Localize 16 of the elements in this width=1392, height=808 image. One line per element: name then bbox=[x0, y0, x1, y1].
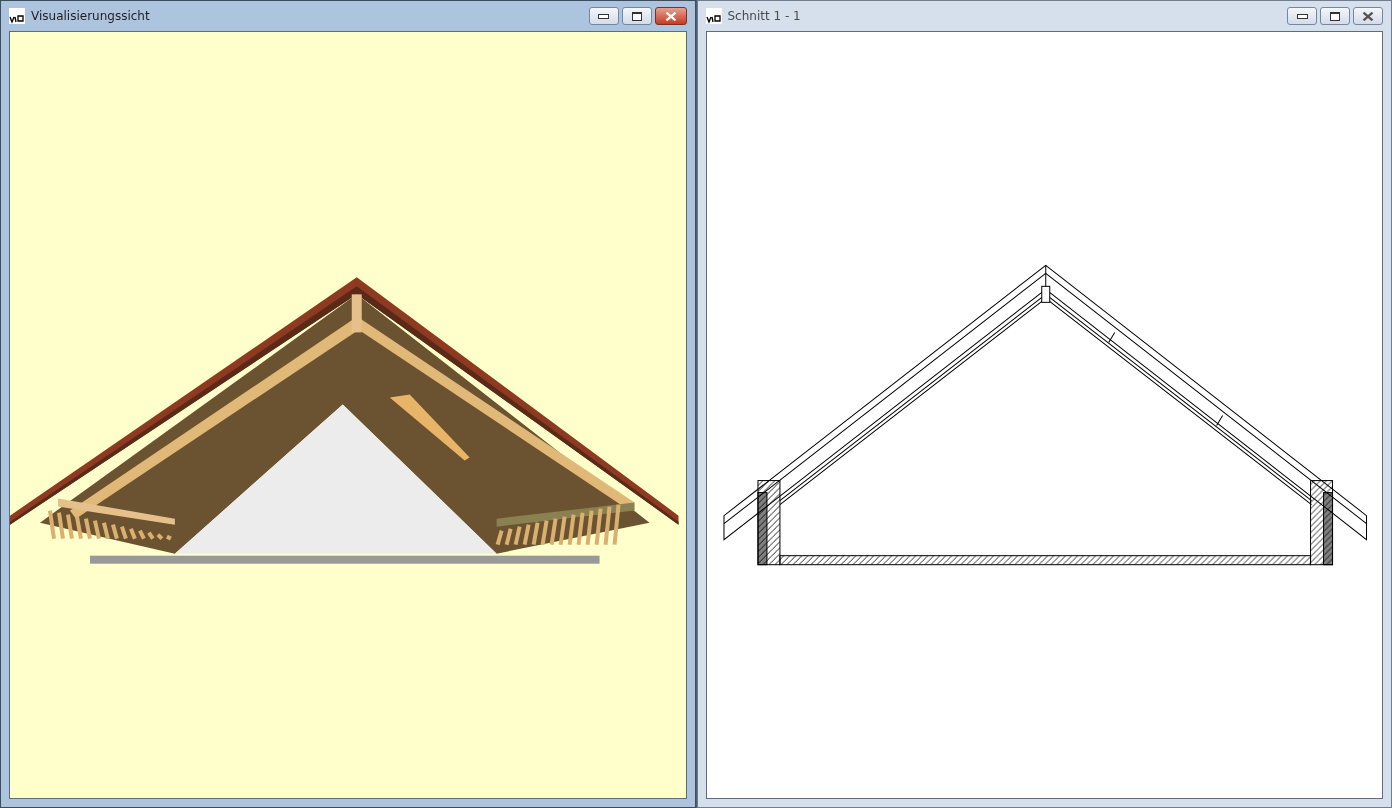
window-title: Schnitt 1 - 1 bbox=[727, 9, 801, 23]
maximize-button[interactable] bbox=[621, 7, 652, 25]
minimize-button[interactable] bbox=[1287, 7, 1317, 25]
app-logo-icon bbox=[9, 8, 25, 24]
close-button[interactable] bbox=[1353, 7, 1383, 25]
window-title: Visualisierungssicht bbox=[31, 9, 150, 23]
close-icon bbox=[1362, 11, 1374, 21]
minimize-button[interactable] bbox=[588, 7, 619, 25]
app-logo-icon bbox=[705, 8, 722, 24]
minimize-icon bbox=[598, 13, 609, 19]
close-button[interactable] bbox=[654, 7, 687, 25]
maximize-icon bbox=[631, 11, 642, 21]
minimize-icon bbox=[1296, 13, 1308, 19]
maximize-button[interactable] bbox=[1320, 7, 1350, 25]
close-icon bbox=[664, 11, 677, 21]
maximize-icon bbox=[1330, 11, 1340, 21]
